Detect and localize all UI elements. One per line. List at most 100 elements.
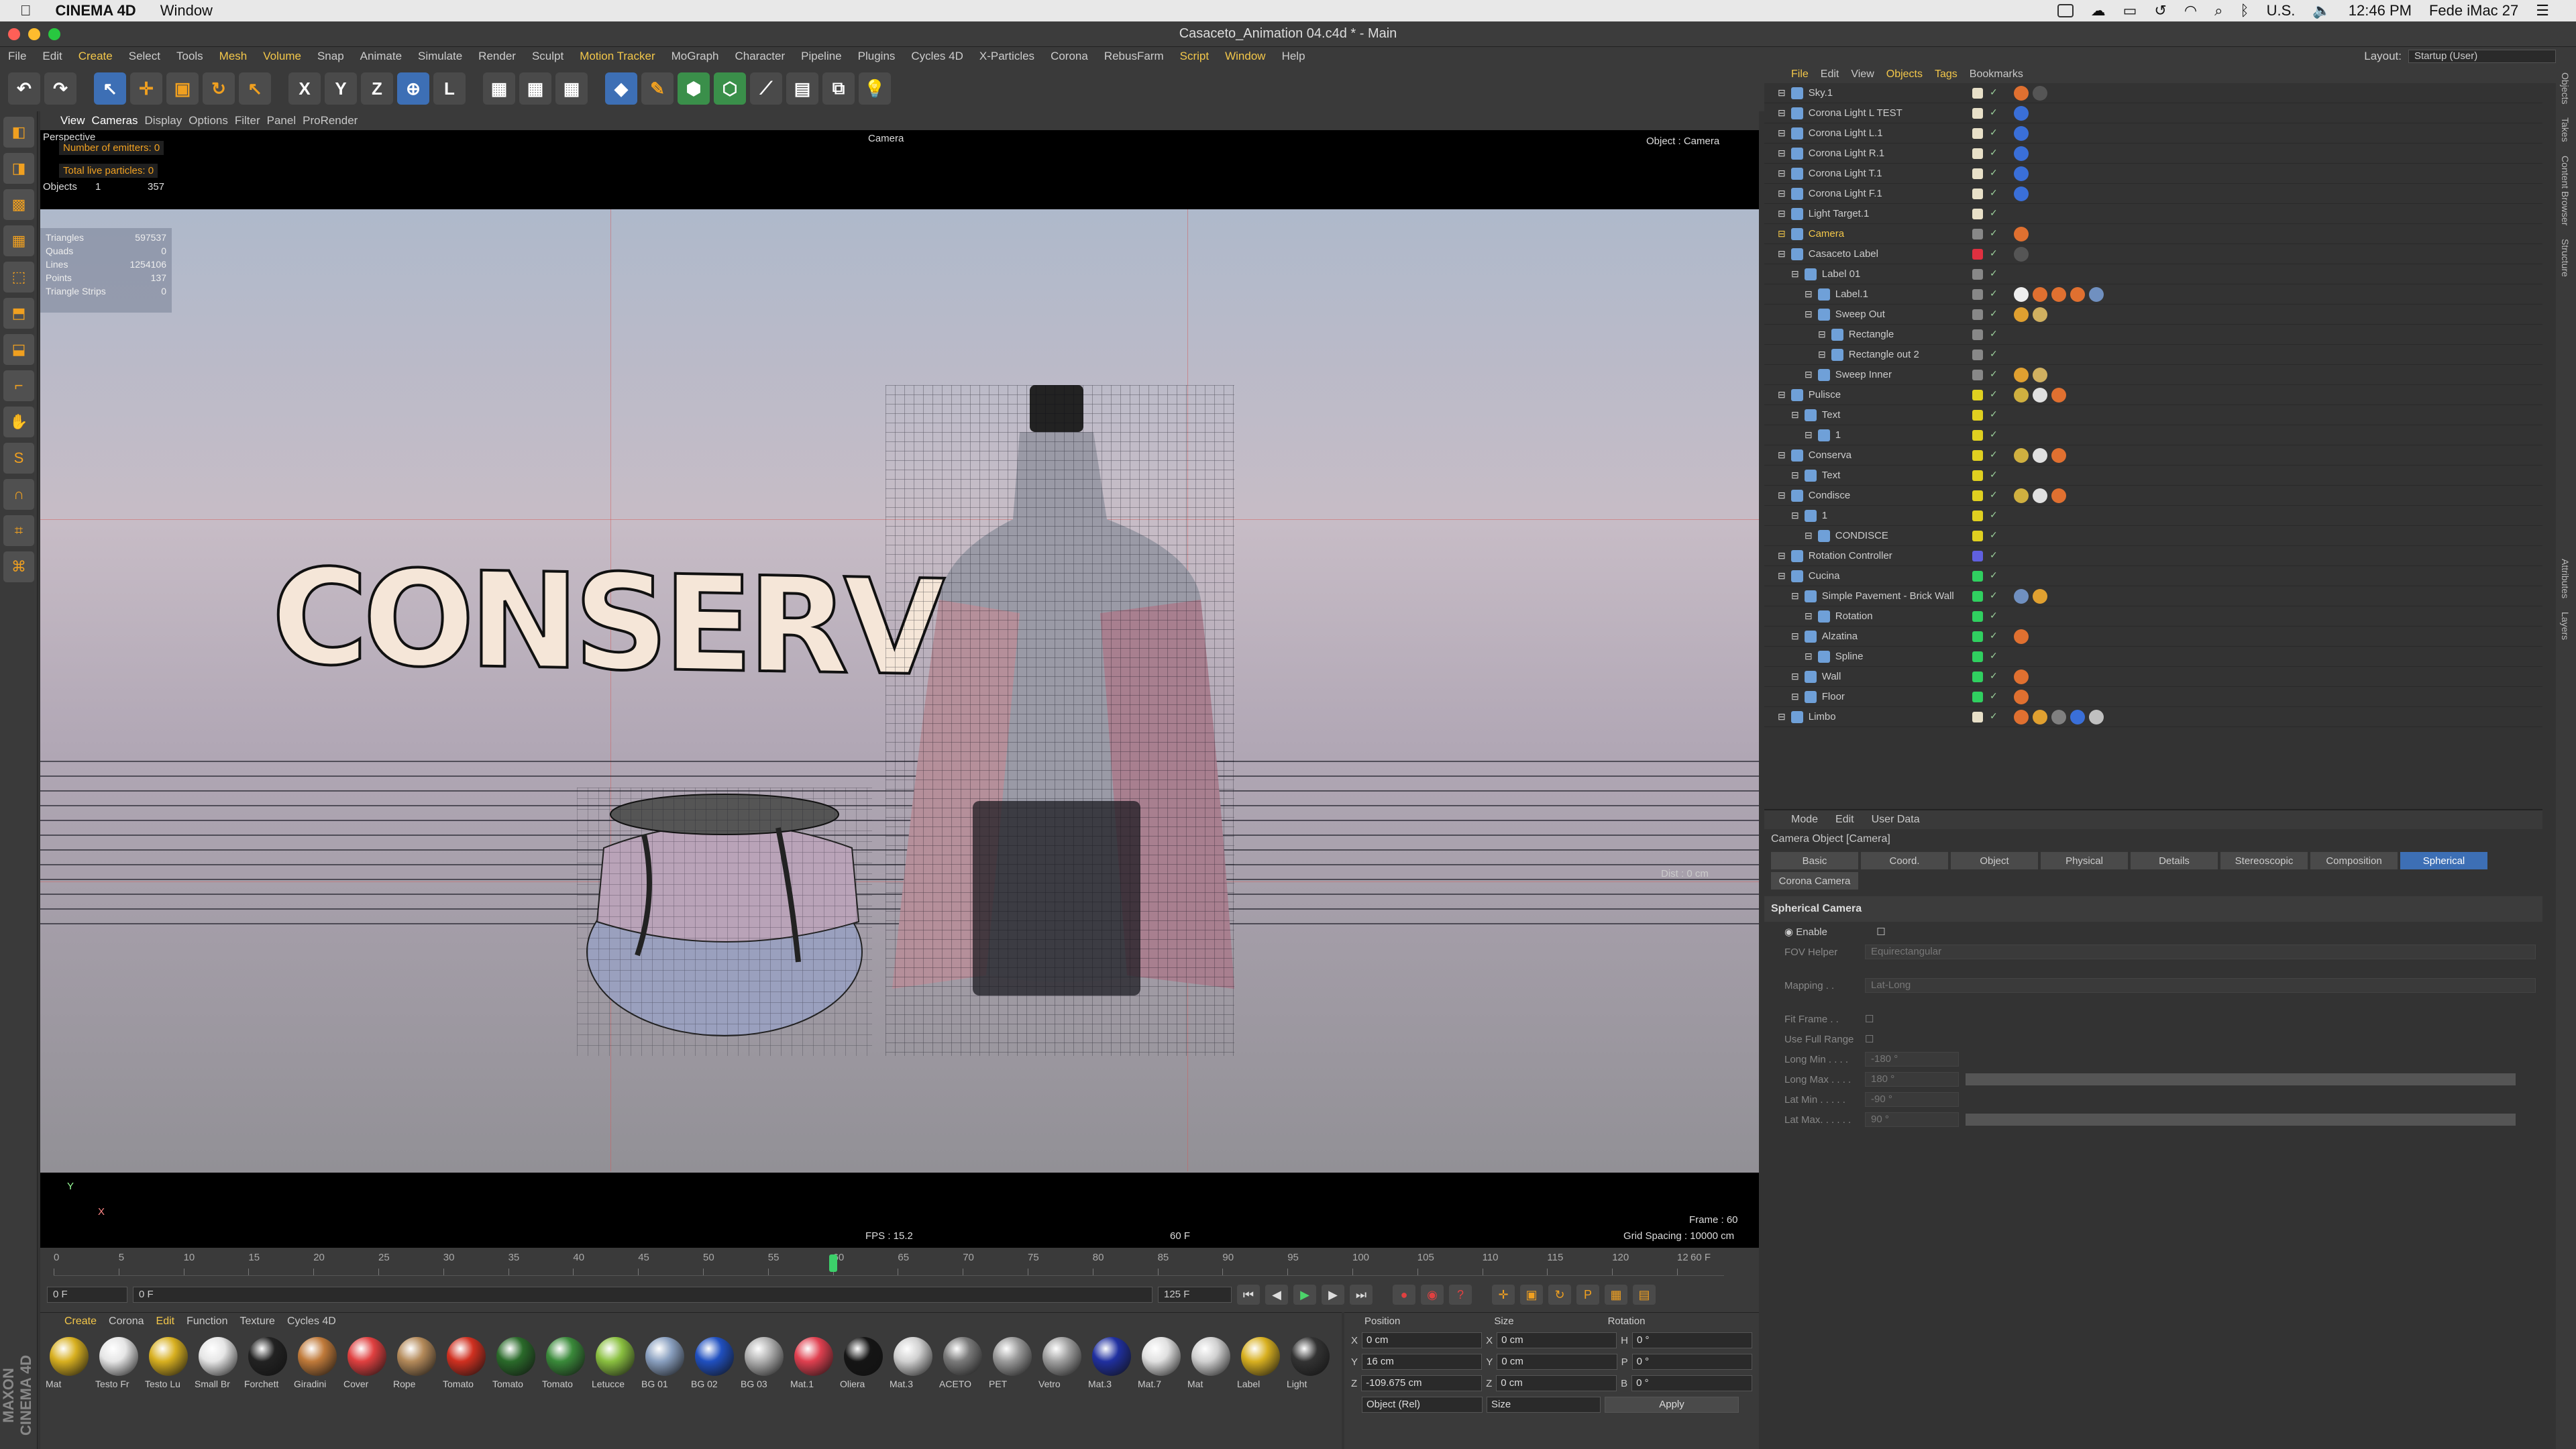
expand-icon[interactable]: ⊟ (1805, 610, 1813, 622)
window-menu[interactable]: Window (160, 2, 213, 19)
array-icon[interactable]: ⬡ (714, 72, 746, 105)
object-row[interactable]: ⊟ Corona Light L TEST ✓ (1764, 103, 2542, 123)
menu-pipeline[interactable]: Pipeline (793, 50, 850, 63)
layer-color-swatch[interactable] (1972, 651, 1983, 662)
object-row[interactable]: ⊟ Sky.1 ✓ (1764, 83, 2542, 103)
long-max-slider[interactable] (1966, 1073, 2516, 1085)
tag-icon[interactable] (2033, 307, 2047, 322)
object-row[interactable]: ⊟ Corona Light L.1 ✓ (1764, 123, 2542, 144)
viewport-menu-display[interactable]: Display (145, 114, 182, 127)
visibility-toggle[interactable]: ✓ (1990, 268, 2004, 281)
record-icon[interactable]: ● (1393, 1285, 1415, 1305)
magnet-icon[interactable]: ∩ (3, 479, 34, 510)
material-item[interactable]: Giradini (294, 1334, 341, 1389)
menu-sculpt[interactable]: Sculpt (524, 50, 572, 63)
tag-icon[interactable] (2033, 447, 2047, 463)
object-row[interactable]: ⊟ 1 ✓ (1764, 506, 2542, 526)
object-row[interactable]: ⊟ Pulisce ✓ (1764, 385, 2542, 405)
tag-icon[interactable] (2033, 709, 2047, 724)
tag-icon[interactable] (2014, 125, 2029, 141)
side-tab-attributes[interactable]: Attributes (2556, 552, 2575, 605)
x-axis-icon[interactable]: X (288, 72, 321, 105)
tag-icon[interactable] (2051, 709, 2066, 724)
tag-icon[interactable] (2089, 709, 2104, 724)
side-tab-layers[interactable]: Layers (2556, 605, 2575, 647)
position-z-field[interactable]: -109.675 cm (1361, 1375, 1483, 1391)
cube-icon[interactable]: ◆ (605, 72, 637, 105)
visibility-toggle[interactable]: ✓ (1990, 630, 2004, 643)
tag-icon[interactable] (2014, 488, 2029, 503)
menu-xparticles[interactable]: X-Particles (971, 50, 1042, 63)
apple-icon[interactable]:  (20, 2, 32, 19)
menu-file[interactable]: File (0, 50, 34, 63)
layer-color-swatch[interactable] (1972, 711, 1983, 722)
object-row[interactable]: ⊟ Rectangle ✓ (1764, 325, 2542, 345)
visibility-toggle[interactable]: ✓ (1990, 147, 2004, 160)
attr-menu-edit[interactable]: Edit (1835, 814, 1854, 826)
material-menu-create[interactable]: Create (64, 1316, 97, 1328)
end-frame-field[interactable]: 125 F (1158, 1287, 1232, 1303)
visibility-toggle[interactable]: ✓ (1990, 308, 2004, 321)
expand-icon[interactable]: ⊟ (1791, 409, 1799, 421)
material-item[interactable]: Rope (393, 1334, 440, 1389)
expand-icon[interactable]: ⊟ (1778, 188, 1786, 199)
tab-physical[interactable]: Physical (2041, 852, 2128, 869)
layer-color-swatch[interactable] (1972, 570, 1983, 582)
side-tab-objects[interactable]: Objects (2556, 66, 2575, 111)
material-item[interactable]: Small Br (195, 1334, 241, 1389)
tag-icon[interactable] (2014, 105, 2029, 121)
tab-corona-camera[interactable]: Corona Camera (1771, 872, 1858, 890)
goto-end-icon[interactable]: ⏭ (1350, 1285, 1373, 1305)
volume-icon[interactable]: 🔈 (2312, 2, 2330, 19)
layer-color-swatch[interactable] (1972, 550, 1983, 561)
material-item[interactable]: Testo Lu (145, 1334, 192, 1389)
tag-icon[interactable] (2014, 226, 2029, 241)
visibility-toggle[interactable]: ✓ (1990, 348, 2004, 362)
object-row[interactable]: ⊟ CONDISCE ✓ (1764, 526, 2542, 546)
objects-menu-view[interactable]: View (1851, 68, 1874, 80)
layer-color-swatch[interactable] (1972, 510, 1983, 521)
close-window-button[interactable] (8, 28, 20, 40)
object-row[interactable]: ⊟ Rectangle out 2 ✓ (1764, 345, 2542, 365)
menu-help[interactable]: Help (1274, 50, 1313, 63)
visibility-toggle[interactable]: ✓ (1990, 328, 2004, 341)
start-frame-field[interactable]: 0 F (47, 1287, 127, 1303)
key-position-icon[interactable]: ✛ (1492, 1285, 1515, 1305)
object-row[interactable]: ⊟ Conserva ✓ (1764, 445, 2542, 466)
lat-min-field[interactable]: -90 ° (1865, 1092, 1959, 1107)
tab-details[interactable]: Details (2131, 852, 2218, 869)
expand-icon[interactable]: ⊟ (1805, 651, 1813, 662)
expand-icon[interactable]: ⊟ (1791, 268, 1799, 280)
polygons-mode-icon[interactable]: ⬓ (3, 334, 34, 365)
object-row[interactable]: ⊟ Sweep Inner ✓ (1764, 365, 2542, 385)
expand-icon[interactable]: ⊟ (1818, 349, 1826, 360)
object-row[interactable]: ⊟ Corona Light R.1 ✓ (1764, 144, 2542, 164)
menu-snap[interactable]: Snap (309, 50, 352, 63)
expand-icon[interactable]: ⊟ (1778, 550, 1786, 561)
key-parameter-icon[interactable]: P (1576, 1285, 1599, 1305)
object-row[interactable]: ⊟ Corona Light T.1 ✓ (1764, 164, 2542, 184)
subdivision-icon[interactable]: ⬢ (678, 72, 710, 105)
object-row[interactable]: ⊟ Label.1 ✓ (1764, 284, 2542, 305)
material-item[interactable]: Mat.1 (790, 1334, 837, 1389)
objects-menu-edit[interactable]: Edit (1821, 68, 1839, 80)
layer-color-swatch[interactable] (1972, 228, 1983, 239)
layer-color-swatch[interactable] (1972, 409, 1983, 421)
keyframe-selection-icon[interactable]: ? (1449, 1285, 1472, 1305)
object-row[interactable]: ⊟ Cucina ✓ (1764, 566, 2542, 586)
object-row[interactable]: ⊟ Alzatina ✓ (1764, 627, 2542, 647)
object-row[interactable]: ⊟ Limbo ✓ (1764, 707, 2542, 727)
tag-icon[interactable] (2014, 307, 2029, 322)
objects-menu-file[interactable]: File (1791, 68, 1809, 80)
tag-icon[interactable] (2014, 246, 2029, 262)
expand-icon[interactable]: ⊟ (1805, 309, 1813, 320)
expand-icon[interactable]: ⊟ (1778, 208, 1786, 219)
search-icon[interactable]: ⌕ (2214, 2, 2222, 19)
timeline-ruler[interactable]: 0 5 10 15 20 25 30 35 40 45 50 55 60 65 70 75 80 85 90 95 10… (54, 1252, 1724, 1276)
tag-icon[interactable] (2014, 166, 2029, 181)
layer-color-swatch[interactable] (1972, 87, 1983, 99)
material-item[interactable]: Forchett (244, 1334, 291, 1389)
next-key-icon[interactable]: ▶ (1322, 1285, 1344, 1305)
material-item[interactable]: BG 03 (741, 1334, 788, 1389)
make-editable-icon[interactable]: ◧ (3, 117, 34, 148)
